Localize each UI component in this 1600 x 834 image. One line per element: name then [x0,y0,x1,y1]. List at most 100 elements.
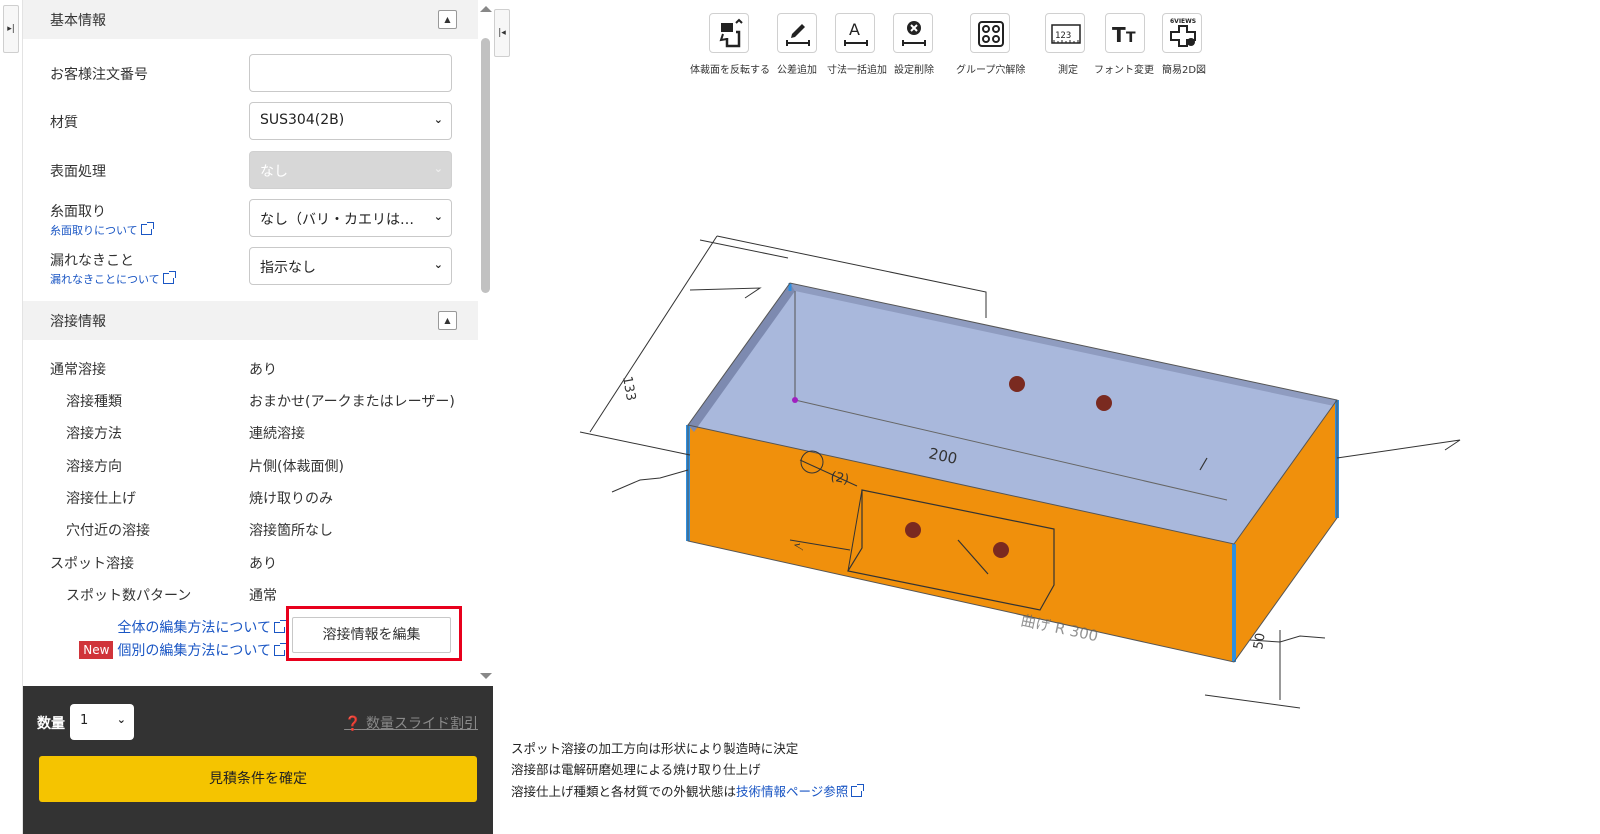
collapse-basic-icon[interactable]: ▲ [438,10,457,29]
tool-label: フォント変更 [1094,65,1154,76]
chevron-down-icon: ⌄ [116,713,126,726]
dimension-50-label: 50 [1251,632,1269,651]
leak-info-link[interactable]: 漏れなきことについて [50,271,176,287]
settings-panel: 基本情報 ▲ お客様注文番号 材質 SUS304(2B) ⌄ 表面処理 なし ⌄… [23,0,485,700]
svg-text:T: T [1126,30,1136,46]
chevron-down-icon: ⌄ [433,162,443,175]
weld-row-label: 通常溶接 [50,362,106,378]
quote-footer: 数量 1 ⌄ ❓ 数量スライド割引 見積条件を確定 [23,686,493,834]
deburr-value: なし（バリ・カエリは… [260,212,414,228]
quantity-select[interactable]: 1 ⌄ [70,704,134,740]
deburr-label-group: 糸面取り 糸面取りについて [50,201,154,238]
external-link-icon [274,620,287,633]
note-spot-weld: スポット溶接の加工方向は形状により製造時に決定 [511,741,799,756]
collapse-weld-icon[interactable]: ▲ [438,311,457,330]
basic-info-title: 基本情報 [50,13,106,29]
weld-row-value: あり [249,556,277,572]
leak-value: 指示なし [260,260,316,276]
quantity-value: 1 [80,713,89,728]
tool-label: 設定削除 [894,65,934,76]
order-no-label: お客様注文番号 [50,67,148,83]
weld-row-value: あり [249,362,277,378]
dimension-133-label: 133 [619,375,638,402]
svg-text:6VIEWS: 6VIEWS [1170,18,1196,25]
pencil-dimension-icon[interactable] [777,13,817,53]
surface-value: なし [260,164,288,180]
deburr-info-link[interactable]: 糸面取りについて [50,222,154,238]
tool-label: グループ穴解除 [956,65,1026,76]
material-label: 材質 [50,115,78,131]
delete-setting-icon[interactable] [893,13,933,53]
svg-text:T: T [1112,23,1126,47]
leak-label-group: 漏れなきこと 漏れなきことについて [50,250,176,287]
left-collapse-strip: ▸| [0,0,23,834]
external-link-icon [274,643,287,656]
leak-select[interactable]: 指示なし ⌄ [249,247,452,285]
weld-row-label: 穴付近の溶接 [66,523,150,539]
collapse-viewer-button[interactable]: |◂ [494,9,510,57]
tool-label: 簡易2D図 [1162,65,1207,76]
help-icon: ❓ [344,716,362,732]
weld-row-value: 片側(体裁面側) [249,459,344,475]
weld-row-value: おまかせ(アークまたはレーザー) [249,394,455,410]
chevron-down-icon: ⌄ [433,258,443,271]
link-all-edit[interactable]: 全体の編集方法について [117,617,287,637]
weld-row-label: スポット数パターン [66,588,192,604]
external-link-icon [851,784,865,797]
quantity-discount-link[interactable]: ❓ 数量スライド割引 [344,713,478,733]
group-hole-icon[interactable] [970,13,1010,53]
chevron-down-icon: ⌄ [433,210,443,223]
hole-marker [1096,395,1112,411]
note-electropolish: 溶接部は電解研磨処理による焼け取り仕上げ [511,762,761,777]
svg-text:123: 123 [1055,31,1071,41]
panel-scrollbar[interactable] [478,0,493,684]
leak-label: 漏れなきこと [50,253,134,269]
confirm-quote-button[interactable]: 見積条件を確定 [39,756,477,802]
order-no-input[interactable] [249,54,452,92]
highlight-box [286,606,462,661]
hole-marker [1009,376,1025,392]
weld-row-label: 溶接方法 [66,426,122,442]
material-select[interactable]: SUS304(2B) ⌄ [249,102,452,140]
expand-left-panel-button[interactable]: ▸| [3,5,19,53]
weld-info-header[interactable]: 溶接情報 ▲ [23,301,485,340]
link-individual-edit[interactable]: New 個別の編集方法について [79,640,287,660]
weld-row-label: 溶接種類 [66,394,122,410]
tool-label: 測定 [1058,65,1078,76]
weld-row-label: 溶接方向 [66,459,122,475]
note-appearance: 溶接仕上げ種類と各材質での外観状態は技術情報ページ参照 [511,781,865,800]
font-icon[interactable]: TT [1105,13,1145,53]
weld-row-value: 溶接箇所なし [249,523,333,539]
model-viewport[interactable]: 200 (2) 133 50 曲げ R 300 √ [500,90,1500,730]
new-badge: New [79,641,114,659]
external-link-icon [140,222,154,235]
ruler-icon[interactable]: 123 [1045,13,1085,53]
tech-info-link[interactable]: 技術情報ページ参照 [736,784,865,799]
external-link-icon [162,271,176,284]
tool-label: 体裁面を反転する [690,65,770,76]
surface-select: なし ⌄ [249,151,452,189]
quantity-label: 数量 [37,716,65,732]
weld-row-label: スポット溶接 [50,556,134,572]
weld-row-value: 連続溶接 [249,426,305,442]
weld-row-label: 溶接仕上げ [66,491,136,507]
hole-marker [993,542,1009,558]
chevron-down-icon: ⌄ [433,113,443,126]
flip-face-icon[interactable] [709,13,749,53]
deburr-select[interactable]: なし（バリ・カエリは… ⌄ [249,199,452,237]
weld-row-value: 通常 [249,588,277,604]
note-appearance-text: 溶接仕上げ種類と各材質での外観状態は [511,784,737,799]
letter-a-dimension-icon[interactable]: A [835,13,875,53]
deburr-label: 糸面取り [50,204,106,220]
basic-info-header[interactable]: 基本情報 ▲ [23,0,485,39]
tool-label: 公差追加 [777,65,817,76]
weld-info-title: 溶接情報 [50,314,106,330]
views-icon[interactable]: 6VIEWS [1162,13,1202,53]
svg-text:A: A [849,20,860,39]
tool-label: 寸法一括追加 [827,65,887,76]
scroll-thumb[interactable] [481,38,490,293]
weld-row-value: 焼け取りのみ [249,491,333,507]
scroll-up-icon[interactable] [480,6,492,12]
scroll-down-icon[interactable] [480,673,492,679]
surface-label: 表面処理 [50,164,106,180]
